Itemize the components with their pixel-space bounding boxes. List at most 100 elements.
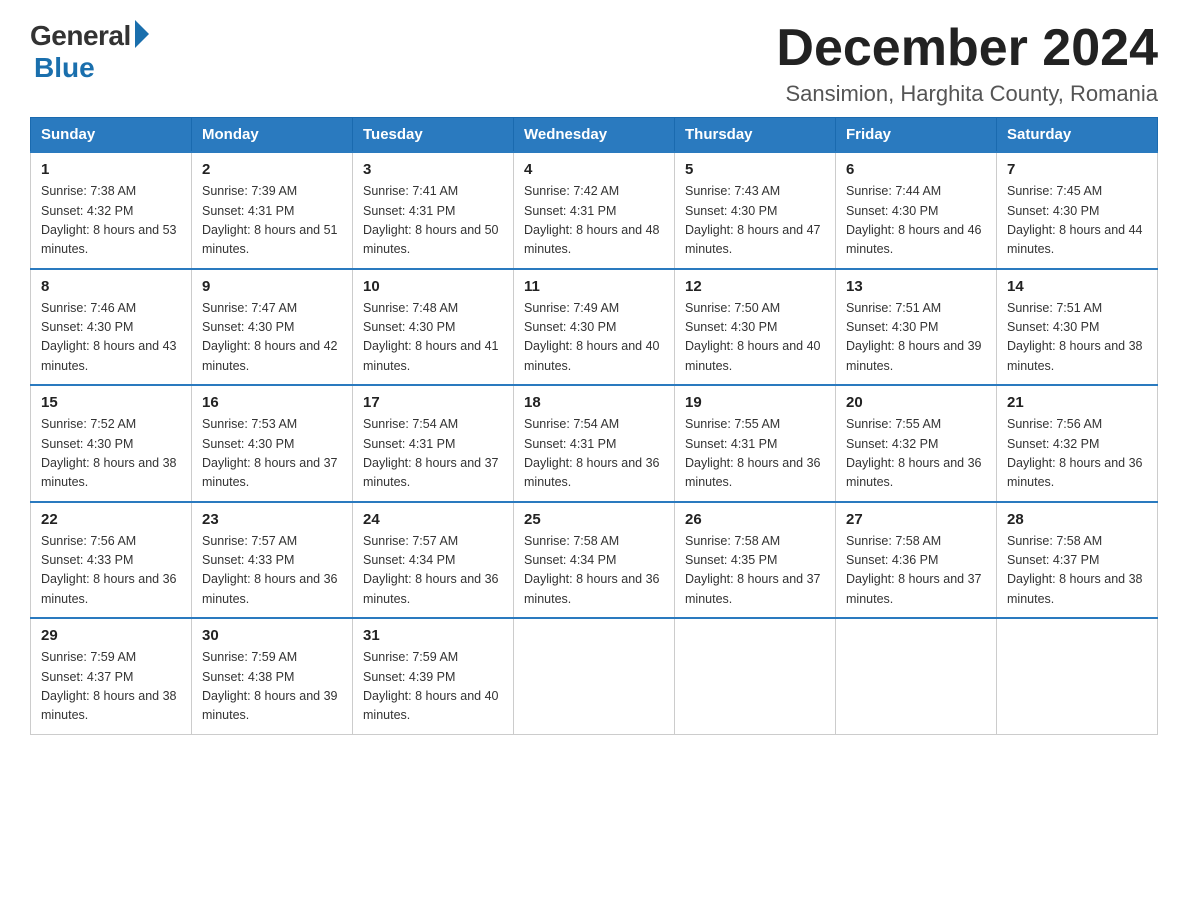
calendar-week-1: 1 Sunrise: 7:38 AM Sunset: 4:32 PM Dayli…	[31, 152, 1158, 269]
calendar-cell: 15 Sunrise: 7:52 AM Sunset: 4:30 PM Dayl…	[31, 385, 192, 502]
calendar-cell: 14 Sunrise: 7:51 AM Sunset: 4:30 PM Dayl…	[997, 269, 1158, 386]
day-info: Sunrise: 7:56 AM Sunset: 4:33 PM Dayligh…	[41, 532, 181, 610]
calendar-cell: 2 Sunrise: 7:39 AM Sunset: 4:31 PM Dayli…	[192, 152, 353, 269]
calendar-cell: 7 Sunrise: 7:45 AM Sunset: 4:30 PM Dayli…	[997, 152, 1158, 269]
day-info: Sunrise: 7:41 AM Sunset: 4:31 PM Dayligh…	[363, 182, 503, 260]
calendar-body: 1 Sunrise: 7:38 AM Sunset: 4:32 PM Dayli…	[31, 152, 1158, 734]
day-number: 10	[363, 278, 503, 295]
day-info: Sunrise: 7:51 AM Sunset: 4:30 PM Dayligh…	[1007, 299, 1147, 377]
day-number: 30	[202, 627, 342, 644]
page-header: General Blue December 2024 Sansimion, Ha…	[30, 20, 1158, 107]
day-number: 25	[524, 511, 664, 528]
calendar-cell: 8 Sunrise: 7:46 AM Sunset: 4:30 PM Dayli…	[31, 269, 192, 386]
day-number: 7	[1007, 161, 1147, 178]
day-info: Sunrise: 7:58 AM Sunset: 4:36 PM Dayligh…	[846, 532, 986, 610]
logo-arrow-icon	[135, 20, 149, 48]
day-info: Sunrise: 7:58 AM Sunset: 4:37 PM Dayligh…	[1007, 532, 1147, 610]
calendar-cell: 9 Sunrise: 7:47 AM Sunset: 4:30 PM Dayli…	[192, 269, 353, 386]
day-info: Sunrise: 7:38 AM Sunset: 4:32 PM Dayligh…	[41, 182, 181, 260]
day-info: Sunrise: 7:42 AM Sunset: 4:31 PM Dayligh…	[524, 182, 664, 260]
calendar-cell: 16 Sunrise: 7:53 AM Sunset: 4:30 PM Dayl…	[192, 385, 353, 502]
calendar-cell: 31 Sunrise: 7:59 AM Sunset: 4:39 PM Dayl…	[353, 618, 514, 734]
day-info: Sunrise: 7:39 AM Sunset: 4:31 PM Dayligh…	[202, 182, 342, 260]
day-info: Sunrise: 7:52 AM Sunset: 4:30 PM Dayligh…	[41, 415, 181, 493]
calendar-cell: 19 Sunrise: 7:55 AM Sunset: 4:31 PM Dayl…	[675, 385, 836, 502]
day-number: 20	[846, 394, 986, 411]
day-info: Sunrise: 7:46 AM Sunset: 4:30 PM Dayligh…	[41, 299, 181, 377]
calendar-cell: 25 Sunrise: 7:58 AM Sunset: 4:34 PM Dayl…	[514, 502, 675, 619]
calendar-cell: 21 Sunrise: 7:56 AM Sunset: 4:32 PM Dayl…	[997, 385, 1158, 502]
header-row: SundayMondayTuesdayWednesdayThursdayFrid…	[31, 118, 1158, 153]
calendar-cell: 30 Sunrise: 7:59 AM Sunset: 4:38 PM Dayl…	[192, 618, 353, 734]
day-number: 6	[846, 161, 986, 178]
day-info: Sunrise: 7:44 AM Sunset: 4:30 PM Dayligh…	[846, 182, 986, 260]
day-number: 5	[685, 161, 825, 178]
calendar-cell: 12 Sunrise: 7:50 AM Sunset: 4:30 PM Dayl…	[675, 269, 836, 386]
day-info: Sunrise: 7:50 AM Sunset: 4:30 PM Dayligh…	[685, 299, 825, 377]
day-number: 17	[363, 394, 503, 411]
day-header-wednesday: Wednesday	[514, 118, 675, 153]
calendar-cell: 28 Sunrise: 7:58 AM Sunset: 4:37 PM Dayl…	[997, 502, 1158, 619]
day-number: 28	[1007, 511, 1147, 528]
day-info: Sunrise: 7:59 AM Sunset: 4:37 PM Dayligh…	[41, 648, 181, 726]
day-info: Sunrise: 7:56 AM Sunset: 4:32 PM Dayligh…	[1007, 415, 1147, 493]
calendar-cell: 18 Sunrise: 7:54 AM Sunset: 4:31 PM Dayl…	[514, 385, 675, 502]
day-info: Sunrise: 7:58 AM Sunset: 4:34 PM Dayligh…	[524, 532, 664, 610]
calendar-cell	[836, 618, 997, 734]
day-header-monday: Monday	[192, 118, 353, 153]
calendar-table: SundayMondayTuesdayWednesdayThursdayFrid…	[30, 117, 1158, 735]
main-title: December 2024	[776, 20, 1158, 77]
day-info: Sunrise: 7:45 AM Sunset: 4:30 PM Dayligh…	[1007, 182, 1147, 260]
day-info: Sunrise: 7:57 AM Sunset: 4:34 PM Dayligh…	[363, 532, 503, 610]
day-info: Sunrise: 7:55 AM Sunset: 4:31 PM Dayligh…	[685, 415, 825, 493]
day-number: 24	[363, 511, 503, 528]
title-section: December 2024 Sansimion, Harghita County…	[776, 20, 1158, 107]
day-number: 27	[846, 511, 986, 528]
logo-blue-text: Blue	[34, 52, 95, 84]
day-number: 4	[524, 161, 664, 178]
day-info: Sunrise: 7:53 AM Sunset: 4:30 PM Dayligh…	[202, 415, 342, 493]
day-header-saturday: Saturday	[997, 118, 1158, 153]
day-info: Sunrise: 7:43 AM Sunset: 4:30 PM Dayligh…	[685, 182, 825, 260]
calendar-week-3: 15 Sunrise: 7:52 AM Sunset: 4:30 PM Dayl…	[31, 385, 1158, 502]
calendar-header: SundayMondayTuesdayWednesdayThursdayFrid…	[31, 118, 1158, 153]
day-header-tuesday: Tuesday	[353, 118, 514, 153]
calendar-cell: 1 Sunrise: 7:38 AM Sunset: 4:32 PM Dayli…	[31, 152, 192, 269]
day-number: 9	[202, 278, 342, 295]
calendar-cell: 23 Sunrise: 7:57 AM Sunset: 4:33 PM Dayl…	[192, 502, 353, 619]
calendar-cell: 22 Sunrise: 7:56 AM Sunset: 4:33 PM Dayl…	[31, 502, 192, 619]
day-info: Sunrise: 7:58 AM Sunset: 4:35 PM Dayligh…	[685, 532, 825, 610]
calendar-week-2: 8 Sunrise: 7:46 AM Sunset: 4:30 PM Dayli…	[31, 269, 1158, 386]
day-number: 21	[1007, 394, 1147, 411]
day-number: 23	[202, 511, 342, 528]
day-number: 12	[685, 278, 825, 295]
day-number: 26	[685, 511, 825, 528]
day-info: Sunrise: 7:54 AM Sunset: 4:31 PM Dayligh…	[524, 415, 664, 493]
calendar-cell: 5 Sunrise: 7:43 AM Sunset: 4:30 PM Dayli…	[675, 152, 836, 269]
day-header-thursday: Thursday	[675, 118, 836, 153]
day-info: Sunrise: 7:57 AM Sunset: 4:33 PM Dayligh…	[202, 532, 342, 610]
day-number: 2	[202, 161, 342, 178]
calendar-cell: 11 Sunrise: 7:49 AM Sunset: 4:30 PM Dayl…	[514, 269, 675, 386]
calendar-cell: 24 Sunrise: 7:57 AM Sunset: 4:34 PM Dayl…	[353, 502, 514, 619]
logo-general-text: General	[30, 20, 131, 52]
day-number: 16	[202, 394, 342, 411]
calendar-cell: 4 Sunrise: 7:42 AM Sunset: 4:31 PM Dayli…	[514, 152, 675, 269]
day-number: 19	[685, 394, 825, 411]
calendar-cell: 10 Sunrise: 7:48 AM Sunset: 4:30 PM Dayl…	[353, 269, 514, 386]
day-number: 22	[41, 511, 181, 528]
day-number: 8	[41, 278, 181, 295]
day-number: 15	[41, 394, 181, 411]
calendar-cell: 13 Sunrise: 7:51 AM Sunset: 4:30 PM Dayl…	[836, 269, 997, 386]
calendar-cell: 26 Sunrise: 7:58 AM Sunset: 4:35 PM Dayl…	[675, 502, 836, 619]
day-info: Sunrise: 7:59 AM Sunset: 4:39 PM Dayligh…	[363, 648, 503, 726]
day-number: 31	[363, 627, 503, 644]
subtitle: Sansimion, Harghita County, Romania	[776, 81, 1158, 107]
day-info: Sunrise: 7:54 AM Sunset: 4:31 PM Dayligh…	[363, 415, 503, 493]
calendar-cell: 17 Sunrise: 7:54 AM Sunset: 4:31 PM Dayl…	[353, 385, 514, 502]
calendar-cell: 27 Sunrise: 7:58 AM Sunset: 4:36 PM Dayl…	[836, 502, 997, 619]
day-number: 18	[524, 394, 664, 411]
day-info: Sunrise: 7:49 AM Sunset: 4:30 PM Dayligh…	[524, 299, 664, 377]
calendar-cell	[514, 618, 675, 734]
day-number: 3	[363, 161, 503, 178]
